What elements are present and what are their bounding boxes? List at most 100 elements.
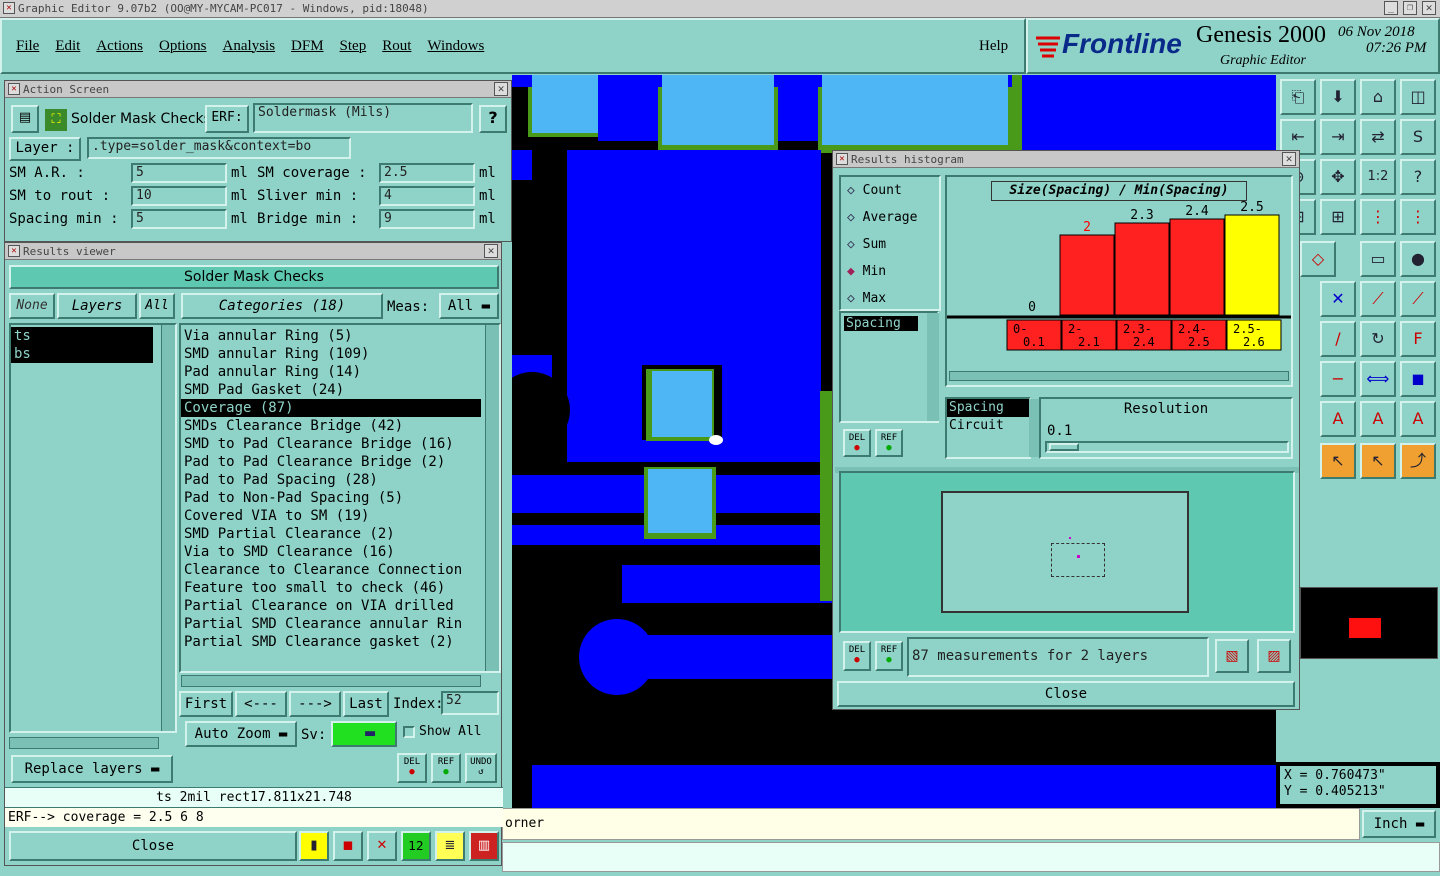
list-icon[interactable]: ▤ <box>11 105 39 133</box>
hist-ref-button[interactable]: REF ● <box>875 429 903 457</box>
category-item[interactable]: Partial SMD Clearance annular Rin <box>181 615 481 633</box>
tool-window-icon[interactable]: ◫ <box>1400 79 1436 115</box>
tool-route-icon[interactable]: ⤴ <box>1400 443 1436 479</box>
show-all-checkbox[interactable] <box>403 726 415 738</box>
tool-swap-icon[interactable]: ⇄ <box>1360 119 1396 155</box>
tool-f-icon[interactable]: F <box>1400 321 1436 357</box>
measure-list[interactable]: Spacing <box>839 311 939 423</box>
category-item[interactable]: Via to SMD Clearance (16) <box>181 543 481 561</box>
tool-resize-icon[interactable]: ⟺ <box>1360 361 1396 397</box>
numbers-icon[interactable]: 12 <box>401 831 431 861</box>
param-field-4[interactable]: 5 <box>131 209 227 229</box>
menu-rout[interactable]: Rout <box>382 38 411 55</box>
action-screen-close-icon[interactable]: ✕ <box>494 82 508 96</box>
category-item[interactable]: Pad to Non-Pad Spacing (5) <box>181 489 481 507</box>
tool-scale-icon[interactable]: 1:2 <box>1360 159 1396 195</box>
erf-field[interactable]: Soldermask (Mils) <box>253 103 473 133</box>
chart-bar[interactable] <box>1114 222 1170 316</box>
next-button[interactable]: ---> <box>289 691 341 717</box>
param-field-2[interactable]: 10 <box>131 186 227 206</box>
layer-field[interactable]: .type=solder_mask&context=bo <box>87 137 351 159</box>
command-line[interactable] <box>502 842 1440 872</box>
tool-arc-icon[interactable]: ↻ <box>1360 321 1396 357</box>
tool-cross-icon[interactable]: ✕ <box>1320 281 1356 317</box>
category-item[interactable]: Pad to Pad Spacing (28) <box>181 471 481 489</box>
mode-radio-max[interactable]: ◇ Max <box>847 291 886 306</box>
spacing-scrollbar[interactable] <box>1029 399 1039 457</box>
spacing-circuit-list[interactable]: Spacing Circuit <box>945 397 1031 459</box>
prev-button[interactable]: <--- <box>235 691 287 717</box>
categories-list[interactable]: Via annular Ring (5) SMD annular Ring (10… <box>179 323 501 673</box>
sv-color-dropdown[interactable]: ▬ <box>331 721 397 747</box>
results-viewer-close-icon[interactable]: ✕ <box>484 244 498 258</box>
circuit-item[interactable]: Circuit <box>947 417 1029 435</box>
category-item[interactable]: Covered VIA to SM (19) <box>181 507 481 525</box>
all-button[interactable]: All <box>139 293 175 319</box>
layers-scrollbar[interactable] <box>161 325 175 731</box>
categories-hscrollbar[interactable] <box>181 675 481 687</box>
layers-list[interactable]: ts bs <box>9 323 177 733</box>
tool-s-icon[interactable]: S <box>1400 119 1436 155</box>
category-item[interactable]: SMD to Pad Clearance Bridge (16) <box>181 435 481 453</box>
menu-windows[interactable]: Windows <box>427 38 484 55</box>
preview-ref-button[interactable]: REF ● <box>875 641 903 671</box>
categories-scrollbar[interactable] <box>485 325 499 671</box>
histogram-chart[interactable]: 00-0.122-2.12.32.3-2.42.42.4-2.52.52.5-2… <box>947 177 1291 385</box>
app-close-button[interactable]: ✕ <box>1422 1 1436 15</box>
histogram-close-button[interactable]: Close <box>837 681 1295 707</box>
chart-bar[interactable] <box>1224 214 1280 316</box>
index-field[interactable]: 52 <box>441 691 499 715</box>
tool-line2-icon[interactable]: ⟋ <box>1400 281 1436 317</box>
tool-line-icon[interactable]: ⟋ <box>1360 281 1396 317</box>
overview-map[interactable] <box>1300 587 1438 659</box>
tool-open-icon[interactable]: ⎗ <box>1280 79 1316 115</box>
mode-radio-count[interactable]: ◇ Count <box>847 183 902 198</box>
export-chart2-icon[interactable]: ▨ <box>1257 639 1291 673</box>
param-field-5[interactable]: 9 <box>379 209 475 229</box>
category-item[interactable]: Feature too small to check (46) <box>181 579 481 597</box>
tool-a2-icon[interactable]: A <box>1360 401 1396 437</box>
param-field-3[interactable]: 4 <box>379 186 475 206</box>
close-button[interactable]: Close <box>9 831 297 861</box>
category-item[interactable]: SMD Pad Gasket (24) <box>181 381 481 399</box>
menu-help[interactable]: Help <box>979 38 1008 55</box>
help-icon[interactable]: ? <box>479 105 507 133</box>
param-field-0[interactable]: 5 <box>131 163 227 183</box>
histogram-close-icon[interactable]: ✕ <box>1282 152 1296 166</box>
minimize-button[interactable]: _ <box>1384 1 1398 15</box>
undo-button[interactable]: UNDO ↺ <box>465 753 497 783</box>
category-item[interactable]: Partial Clearance on VIA drilled <box>181 597 481 615</box>
categories-tab[interactable]: Categories (18) <box>181 293 383 319</box>
tool-minus-icon[interactable]: − <box>1320 361 1356 397</box>
tool-export-icon[interactable]: ⇥ <box>1320 119 1356 155</box>
meas-dropdown[interactable]: All ▬ <box>439 293 499 319</box>
last-button[interactable]: Last <box>343 691 389 717</box>
ref-cross-icon[interactable]: ✕ <box>367 831 397 861</box>
del-button[interactable]: DEL ● <box>397 753 427 783</box>
measure-item[interactable]: Spacing <box>844 316 918 331</box>
tool-a3-icon[interactable]: A <box>1400 401 1436 437</box>
menu-file[interactable]: File <box>16 38 39 55</box>
category-item[interactable]: Clearance to Clearance Connection <box>181 561 481 579</box>
tool-ruler-icon[interactable]: ▭ <box>1360 241 1396 277</box>
chart-hscrollbar[interactable] <box>949 371 1289 381</box>
hist-del-button[interactable]: DEL ● <box>843 429 871 457</box>
menu-options[interactable]: Options <box>159 38 207 55</box>
tool-dot-icon[interactable]: ● <box>1400 241 1436 277</box>
category-item[interactable]: Partial SMD Clearance gasket (2) <box>181 633 481 651</box>
mark-icon[interactable]: ◼ <box>333 831 363 861</box>
menu-dfm[interactable]: DFM <box>291 38 324 55</box>
tool-pan-icon[interactable]: ✥ <box>1320 159 1356 195</box>
mode-radio-min[interactable]: ◆ Min <box>847 264 886 279</box>
layers-hscrollbar[interactable] <box>9 737 159 749</box>
tool-draw-icon[interactable]: / <box>1320 321 1356 357</box>
tool-home-icon[interactable]: ⌂ <box>1360 79 1396 115</box>
auto-zoom-dropdown[interactable]: Auto Zoom ▬ <box>185 721 297 747</box>
menu-actions[interactable]: Actions <box>96 38 143 55</box>
menu-edit[interactable]: Edit <box>55 38 80 55</box>
restore-button[interactable]: ❐ <box>1403 1 1417 15</box>
tool-layers2-icon[interactable]: ⋮ <box>1400 199 1436 235</box>
chart-bar[interactable] <box>1059 234 1115 316</box>
category-item[interactable]: SMD Partial Clearance (2) <box>181 525 481 543</box>
mode-radio-sum[interactable]: ◇ Sum <box>847 237 886 252</box>
